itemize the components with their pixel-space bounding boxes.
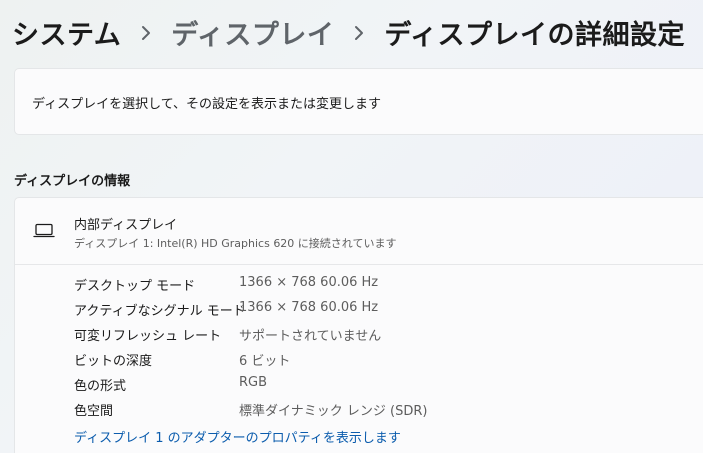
display-info-heading: ディスプレイの情報 — [14, 174, 131, 189]
property-row-bit-depth: ビットの深度 6 ビット — [74, 350, 694, 372]
property-value: RGB — [239, 375, 268, 390]
property-value: 1366 × 768 60.06 Hz — [239, 300, 379, 315]
chevron-right-icon — [142, 26, 151, 40]
property-row-desktop-mode: デスクトップ モード 1366 × 768 60.06 Hz — [74, 275, 694, 297]
laptop-icon — [33, 223, 55, 238]
chevron-right-icon — [355, 26, 364, 40]
property-value: サポートされていません — [239, 329, 382, 344]
property-value: 6 ビット — [239, 354, 291, 369]
breadcrumb-display[interactable]: ディスプレイ — [171, 13, 334, 52]
property-row-active-signal-mode: アクティブなシグナル モード 1366 × 768 60.06 Hz — [74, 300, 694, 322]
property-label: アクティブなシグナル モード — [74, 304, 246, 319]
breadcrumb: システム ディスプレイ ディスプレイの詳細設定 — [12, 12, 685, 52]
adapter-properties-link[interactable]: ディスプレイ 1 のアダプターのプロパティを表示します — [74, 427, 401, 446]
property-label: ビットの深度 — [74, 354, 153, 369]
property-row-variable-refresh-rate: 可変リフレッシュ レート サポートされていません — [74, 325, 694, 347]
property-label: 色空間 — [74, 404, 114, 419]
display-connection: ディスプレイ 1: Intel(R) HD Graphics 620 に接続され… — [74, 237, 397, 250]
breadcrumb-system[interactable]: システム — [12, 13, 121, 52]
property-label: デスクトップ モード — [74, 279, 196, 294]
property-value: 1366 × 768 60.06 Hz — [239, 275, 379, 290]
select-display-label: ディスプレイを選択して、その設定を表示または変更します — [32, 97, 382, 112]
select-display-card[interactable]: ディスプレイを選択して、その設定を表示または変更します — [14, 68, 703, 135]
display-name: 内部ディスプレイ — [74, 218, 178, 233]
property-row-color-format: 色の形式 RGB — [74, 375, 694, 397]
page-title: ディスプレイの詳細設定 — [384, 19, 685, 51]
display-info-header: 内部ディスプレイ ディスプレイ 1: Intel(R) HD Graphics … — [15, 198, 703, 265]
display-info-card: 内部ディスプレイ ディスプレイ 1: Intel(R) HD Graphics … — [14, 197, 703, 453]
property-label: 色の形式 — [74, 379, 127, 394]
property-value: 標準ダイナミック レンジ (SDR) — [239, 404, 428, 419]
property-label: 可変リフレッシュ レート — [74, 329, 222, 344]
property-row-color-space: 色空間 標準ダイナミック レンジ (SDR) — [74, 400, 694, 422]
